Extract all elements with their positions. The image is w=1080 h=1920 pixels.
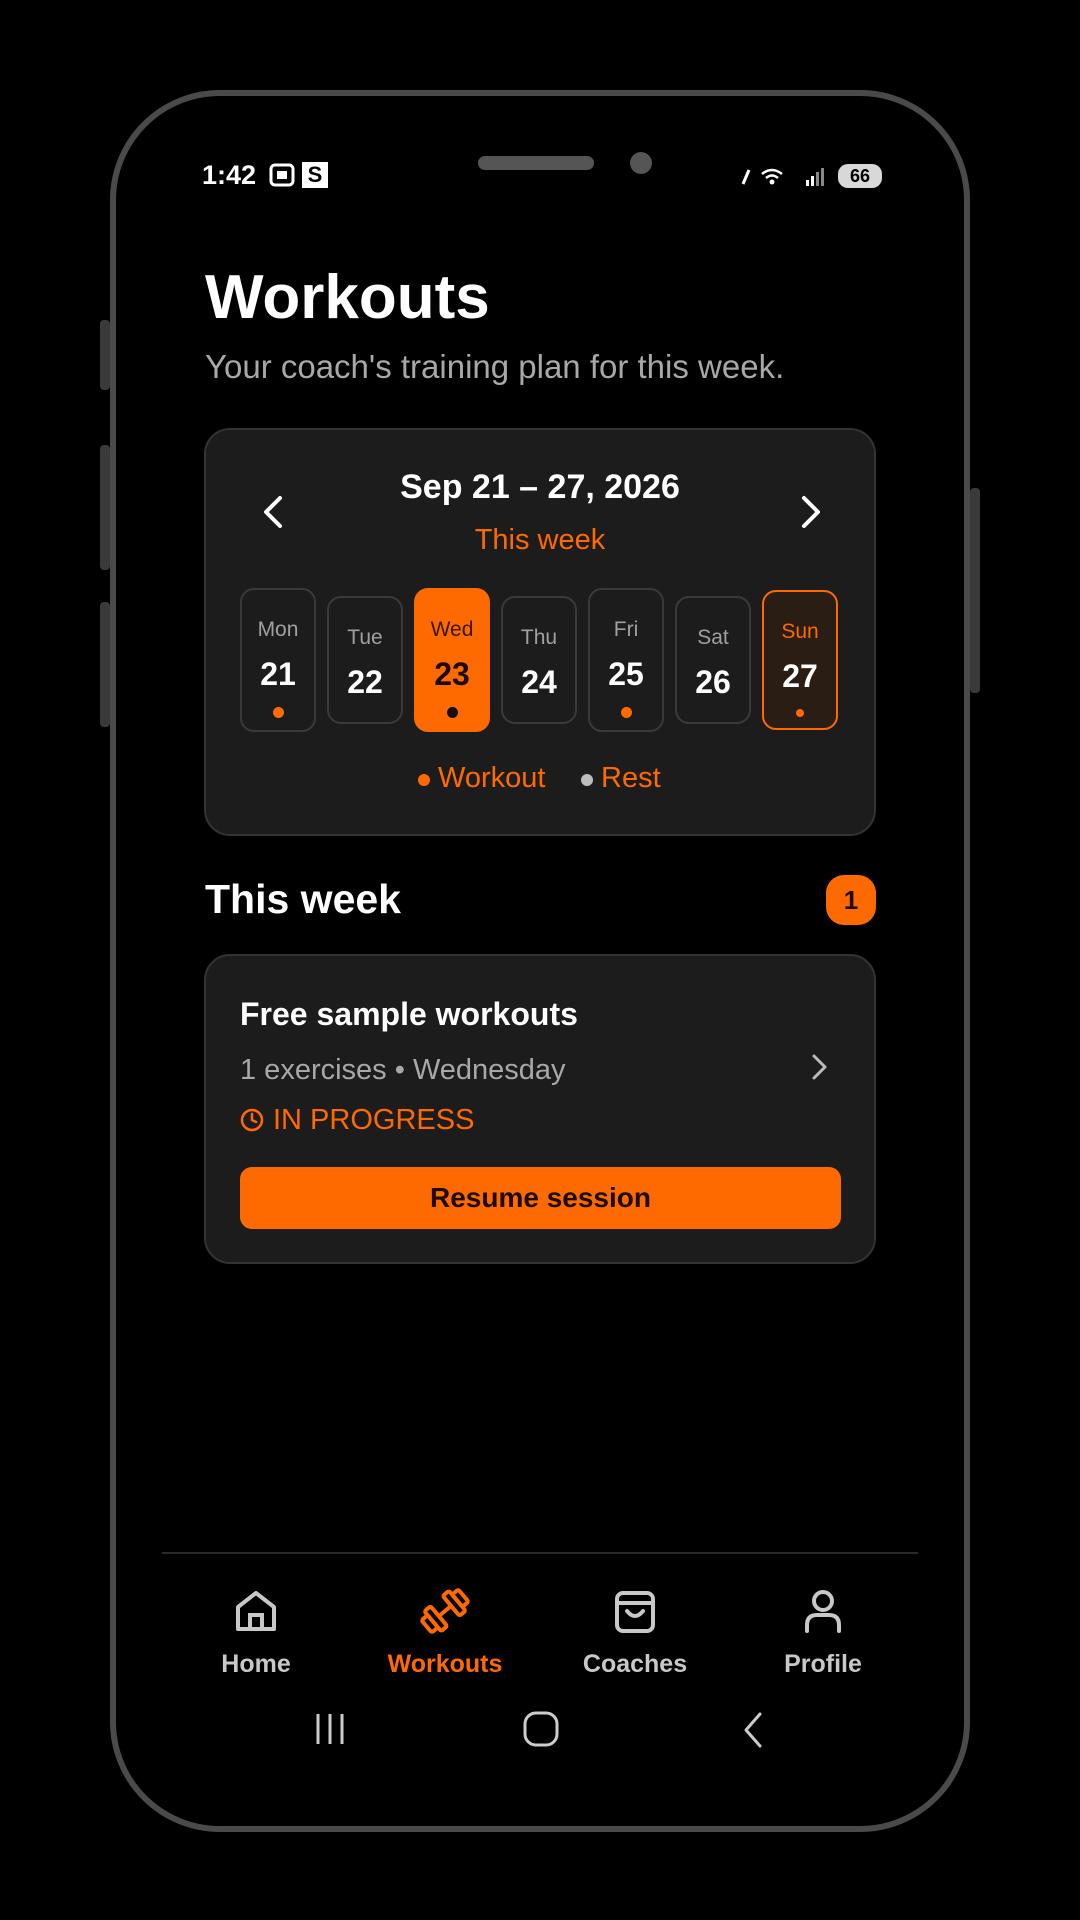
legend-rest-label: Rest bbox=[601, 762, 661, 794]
status-time: 1:42 bbox=[202, 160, 257, 190]
page-subtitle: Your coach's training plan for this week… bbox=[205, 348, 785, 385]
nav-divider bbox=[162, 1552, 918, 1554]
user-icon bbox=[805, 1590, 841, 1633]
system-home-icon[interactable] bbox=[522, 1710, 560, 1753]
day-tue[interactable]: Tue 22 bbox=[327, 596, 403, 724]
workout-dot bbox=[272, 707, 284, 718]
day-date: 22 bbox=[347, 664, 383, 700]
day-name: Thu bbox=[520, 626, 558, 649]
day-date: 27 bbox=[782, 658, 818, 694]
day-name: Tue bbox=[347, 626, 383, 649]
nav-coaches[interactable]: Coaches bbox=[555, 1585, 715, 1679]
day-fri[interactable]: Fri 25 bbox=[588, 588, 664, 732]
chevron-right-icon[interactable] bbox=[808, 1050, 832, 1089]
shopping-bag-icon bbox=[615, 1591, 655, 1633]
day-sun[interactable]: Sun 27 bbox=[762, 590, 838, 730]
count-badge: 1 bbox=[826, 875, 876, 925]
signal-icons bbox=[740, 164, 830, 193]
day-mon[interactable]: Mon 21 bbox=[240, 588, 316, 732]
nav-profile[interactable]: Profile bbox=[743, 1585, 903, 1679]
side-button bbox=[970, 488, 980, 693]
workout-title: Free sample workouts bbox=[240, 996, 578, 1032]
legend-workout-label: Workout bbox=[438, 762, 546, 794]
nav-home-label: Home bbox=[221, 1650, 291, 1678]
battery-indicator: 66 bbox=[838, 164, 882, 188]
screenshot-icon bbox=[268, 162, 296, 193]
side-button bbox=[100, 602, 110, 727]
day-name: Wed bbox=[430, 618, 474, 641]
page-title: Workouts bbox=[205, 263, 490, 332]
dumbbell-icon bbox=[420, 1588, 470, 1634]
day-date: 26 bbox=[695, 664, 731, 700]
day-name: Fri bbox=[613, 618, 639, 641]
speaker-bar bbox=[478, 156, 594, 170]
recent-apps-icon[interactable] bbox=[312, 1712, 348, 1751]
day-date: 21 bbox=[260, 656, 296, 692]
s-app-icon: S bbox=[302, 162, 328, 188]
day-date: 23 bbox=[434, 656, 470, 692]
next-week-button[interactable] bbox=[796, 490, 826, 539]
legend-rest-dot bbox=[581, 774, 593, 786]
nav-workouts[interactable]: Workouts bbox=[365, 1585, 525, 1679]
nav-coaches-label: Coaches bbox=[582, 1650, 688, 1678]
workout-status: IN PROGRESS bbox=[273, 1104, 475, 1136]
resume-session-button[interactable]: Resume session bbox=[240, 1167, 841, 1229]
nav-profile-label: Profile bbox=[784, 1650, 862, 1678]
workout-meta: 1 exercises • Wednesday bbox=[240, 1054, 566, 1086]
day-name: Sun bbox=[781, 620, 819, 643]
legend-workout-dot bbox=[418, 774, 430, 786]
clock-icon bbox=[240, 1108, 264, 1137]
side-button bbox=[100, 445, 110, 570]
workout-dot bbox=[796, 709, 804, 717]
system-back-icon[interactable] bbox=[738, 1710, 768, 1755]
week-range: Sep 21 – 27, 2026 bbox=[400, 468, 680, 506]
home-icon bbox=[236, 1591, 276, 1631]
nav-workouts-label: Workouts bbox=[387, 1650, 503, 1678]
camera-icon bbox=[630, 152, 652, 174]
workout-dot bbox=[446, 707, 458, 718]
nav-home[interactable]: Home bbox=[176, 1585, 336, 1679]
day-name: Mon bbox=[257, 618, 299, 641]
previous-week-button[interactable] bbox=[258, 490, 288, 539]
day-date: 24 bbox=[521, 664, 557, 700]
day-wed[interactable]: Wed 23 bbox=[414, 588, 490, 732]
day-name: Sat bbox=[697, 626, 729, 649]
section-title: This week bbox=[205, 876, 401, 922]
day-sat[interactable]: Sat 26 bbox=[675, 596, 751, 724]
week-label: This week bbox=[474, 524, 606, 556]
day-thu[interactable]: Thu 24 bbox=[501, 596, 577, 724]
side-button bbox=[100, 320, 110, 390]
workout-dot bbox=[620, 707, 632, 718]
day-date: 25 bbox=[608, 656, 644, 692]
